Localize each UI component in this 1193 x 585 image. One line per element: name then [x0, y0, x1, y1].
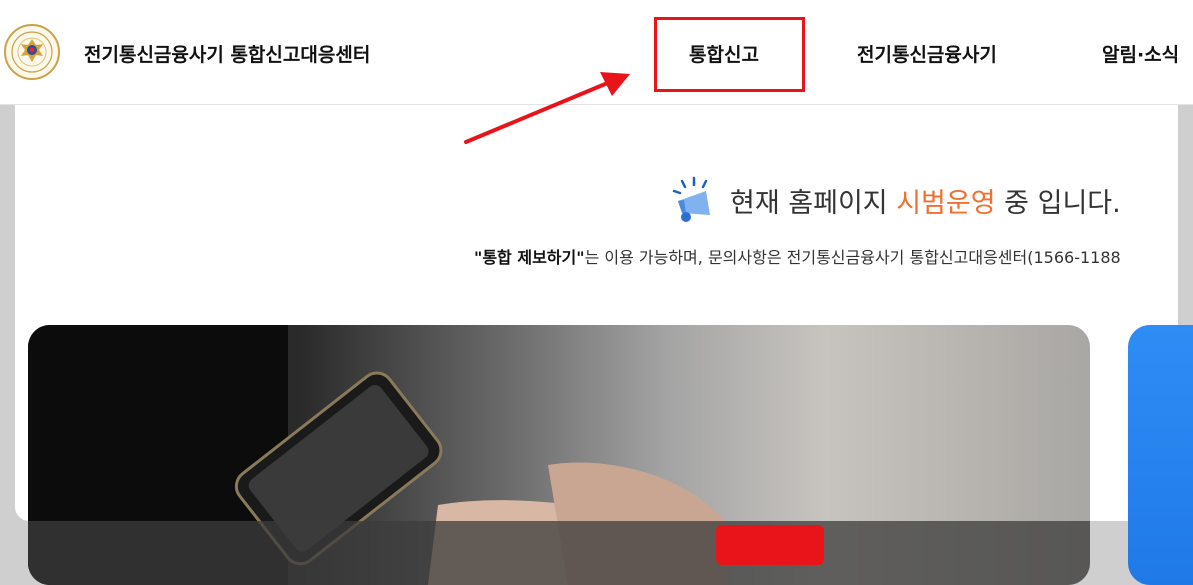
site-title[interactable]: 전기통신금융사기 통합신고대응센터 — [84, 40, 370, 67]
nav-item-news[interactable]: 알림·소식 — [1102, 40, 1179, 67]
hero-action-button[interactable] — [716, 525, 824, 565]
hero-caption-bar — [28, 521, 1090, 585]
annotation-highlight-box — [654, 17, 805, 92]
hero-banner-image[interactable] — [28, 325, 1090, 585]
side-blue-card[interactable] — [1128, 325, 1193, 585]
notice-text: 현재 홈페이지 시범운영 중 입니다. — [730, 187, 1121, 219]
annotation-arrow-icon — [464, 72, 630, 144]
notice-highlight: 시범운영 — [896, 187, 996, 219]
emblem-icon — [11, 31, 53, 73]
nav-item-telecom-fraud[interactable]: 전기통신금융사기 — [857, 40, 997, 67]
megaphone-icon — [672, 176, 710, 222]
notice-banner: 현재 홈페이지 시범운영 중 입니다. — [670, 172, 1121, 228]
police-emblem-logo[interactable] — [4, 24, 60, 80]
sub-notice-text: "통합 제보하기"는 이용 가능하며, 문의사항은 전기통신금융사기 통합신고대… — [474, 248, 1121, 267]
integrated-report-link-text: "통합 제보하기" — [474, 248, 585, 267]
